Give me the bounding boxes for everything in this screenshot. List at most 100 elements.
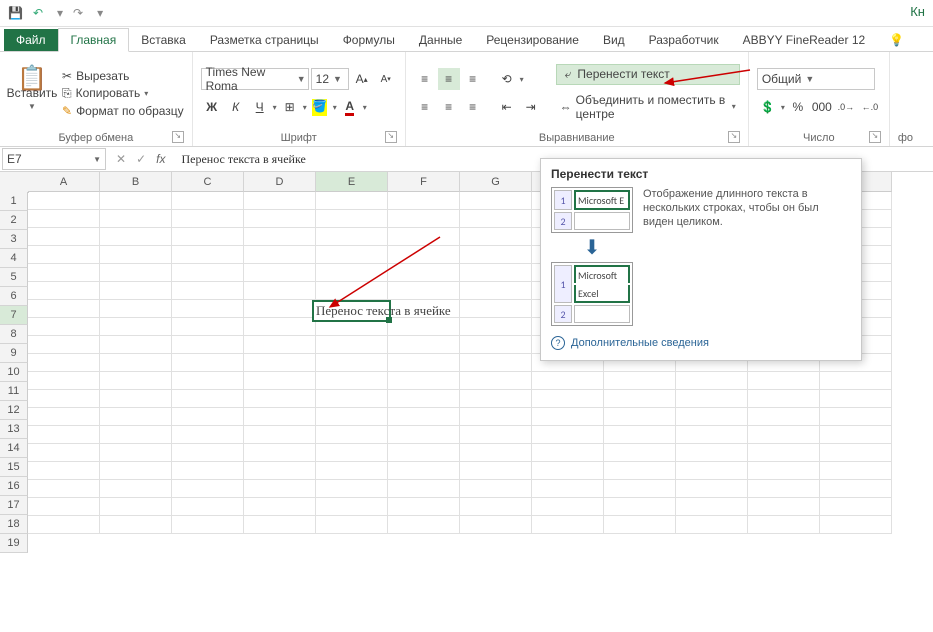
cell[interactable] (28, 282, 100, 300)
cell[interactable] (316, 408, 388, 426)
cell[interactable] (172, 318, 244, 336)
format-painter-button[interactable]: ✎Формат по образцу (62, 104, 184, 118)
cell[interactable] (28, 210, 100, 228)
cut-button[interactable]: ✂Вырезать (62, 69, 184, 83)
cell[interactable] (244, 228, 316, 246)
font-size-combo[interactable]: 12▼ (311, 68, 349, 90)
cell[interactable] (388, 498, 460, 516)
cell[interactable] (100, 246, 172, 264)
cell[interactable] (100, 372, 172, 390)
cell[interactable] (244, 318, 316, 336)
cell[interactable] (100, 210, 172, 228)
cell[interactable] (748, 462, 820, 480)
cell[interactable] (460, 264, 532, 282)
tooltip-more-link[interactable]: ? Дополнительные сведения (551, 336, 851, 350)
cell[interactable] (244, 264, 316, 282)
cell[interactable] (388, 390, 460, 408)
alignment-launcher-icon[interactable]: ↘ (728, 131, 740, 143)
cell[interactable] (244, 462, 316, 480)
column-header[interactable]: D (244, 172, 316, 192)
cell[interactable] (244, 246, 316, 264)
number-launcher-icon[interactable]: ↘ (869, 131, 881, 143)
cell[interactable] (172, 480, 244, 498)
cell[interactable] (28, 516, 100, 534)
cell[interactable] (532, 498, 604, 516)
undo-dropdown-icon[interactable]: ▾ (57, 6, 63, 20)
select-all-corner[interactable] (0, 172, 29, 193)
row-header[interactable]: 7 (0, 306, 28, 325)
cell[interactable] (100, 300, 172, 318)
cell[interactable] (244, 210, 316, 228)
font-launcher-icon[interactable]: ↘ (385, 131, 397, 143)
cell[interactable] (172, 246, 244, 264)
italic-button[interactable]: К (225, 96, 247, 118)
cell[interactable] (604, 462, 676, 480)
cell[interactable] (100, 318, 172, 336)
cell[interactable] (100, 264, 172, 282)
cell[interactable] (532, 462, 604, 480)
cell[interactable] (460, 282, 532, 300)
cell[interactable] (604, 516, 676, 534)
row-header[interactable]: 3 (0, 230, 28, 249)
cell[interactable] (388, 372, 460, 390)
row-header[interactable]: 16 (0, 477, 28, 496)
decrease-font-button[interactable]: A▾ (375, 68, 397, 90)
cell[interactable] (820, 516, 892, 534)
tab-home[interactable]: Главная (58, 28, 130, 52)
cell[interactable] (244, 390, 316, 408)
cell[interactable] (676, 462, 748, 480)
cell[interactable] (460, 372, 532, 390)
cell[interactable] (460, 516, 532, 534)
cell[interactable] (244, 336, 316, 354)
increase-font-button[interactable]: A▴ (351, 68, 373, 90)
decrease-decimal-button[interactable]: ←.0 (859, 96, 881, 118)
cell[interactable] (28, 264, 100, 282)
cell[interactable] (820, 444, 892, 462)
tab-insert[interactable]: Вставка (129, 29, 198, 51)
qat-customize-icon[interactable]: ▾ (97, 6, 103, 20)
cell[interactable] (388, 444, 460, 462)
cell[interactable] (172, 228, 244, 246)
cell[interactable] (604, 372, 676, 390)
cell[interactable] (172, 444, 244, 462)
cell[interactable] (244, 300, 316, 318)
cell[interactable] (316, 372, 388, 390)
cell[interactable] (820, 462, 892, 480)
underline-button[interactable]: Ч (249, 96, 271, 118)
number-format-combo[interactable]: Общий▼ (757, 68, 875, 90)
cell[interactable] (676, 390, 748, 408)
cancel-icon[interactable]: ✕ (116, 152, 126, 166)
cell[interactable] (820, 408, 892, 426)
cell[interactable] (820, 480, 892, 498)
cell[interactable] (532, 408, 604, 426)
cell[interactable] (316, 390, 388, 408)
align-top-button[interactable]: ≡ (414, 68, 436, 90)
cell[interactable] (388, 462, 460, 480)
cell[interactable] (748, 408, 820, 426)
cell[interactable] (244, 444, 316, 462)
cell[interactable] (100, 192, 172, 210)
cell[interactable] (28, 336, 100, 354)
cell[interactable] (28, 408, 100, 426)
cell[interactable] (388, 354, 460, 372)
cell[interactable] (244, 408, 316, 426)
cell[interactable] (244, 516, 316, 534)
row-header[interactable]: 18 (0, 515, 28, 534)
cell[interactable] (100, 444, 172, 462)
cell[interactable] (388, 336, 460, 354)
cell[interactable] (532, 480, 604, 498)
cell[interactable] (676, 444, 748, 462)
cell[interactable] (748, 372, 820, 390)
cell[interactable] (28, 318, 100, 336)
cell[interactable] (172, 408, 244, 426)
cell[interactable] (604, 408, 676, 426)
bold-button[interactable]: Ж (201, 96, 223, 118)
cell[interactable] (28, 246, 100, 264)
cell[interactable] (28, 228, 100, 246)
align-bottom-button[interactable]: ≡ (462, 68, 484, 90)
row-header[interactable]: 19 (0, 534, 28, 553)
align-middle-button[interactable]: ≡ (438, 68, 460, 90)
save-icon[interactable]: 💾 (8, 6, 23, 20)
cell[interactable] (676, 480, 748, 498)
cell[interactable] (460, 444, 532, 462)
